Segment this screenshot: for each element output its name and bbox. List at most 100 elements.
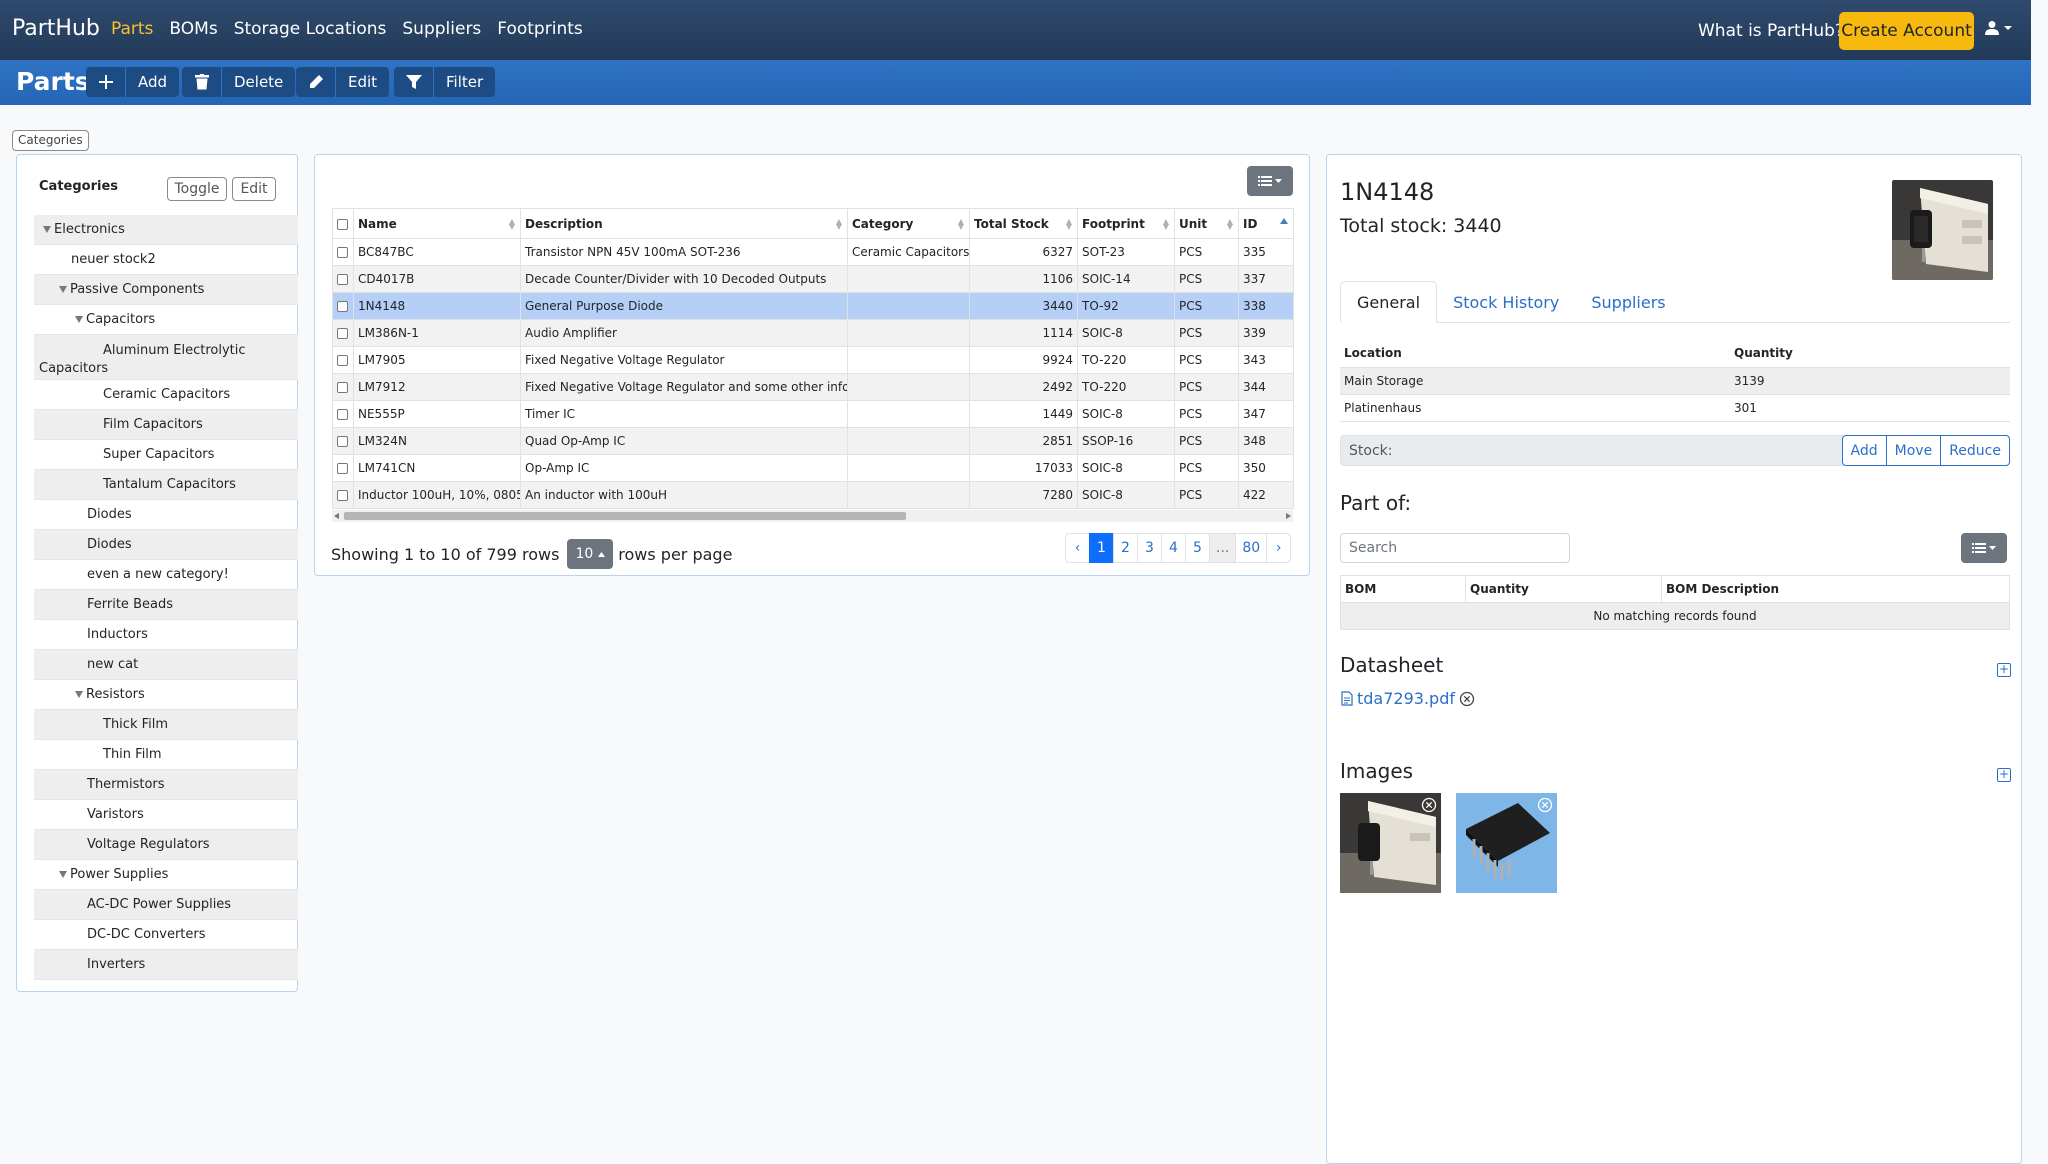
rows-per-page-dropdown[interactable]: 10 xyxy=(567,539,614,569)
expanded-caret-icon[interactable] xyxy=(59,871,67,878)
row-checkbox[interactable] xyxy=(337,247,348,258)
tab-suppliers[interactable]: Suppliers xyxy=(1575,281,1681,323)
column-header-unit[interactable]: Unit ▲ ▼ xyxy=(1174,208,1239,239)
table-row[interactable]: LM7912 Fixed Negative Voltage Regulator … xyxy=(332,373,1294,401)
edit-button[interactable]: Edit xyxy=(296,67,390,97)
row-checkbox[interactable] xyxy=(337,490,348,501)
category-item[interactable]: Capacitors xyxy=(34,305,298,335)
category-item[interactable]: Varistors xyxy=(34,800,298,830)
page-button-3[interactable]: 3 xyxy=(1137,533,1162,563)
horizontal-scrollbar[interactable] xyxy=(332,510,1293,522)
category-item[interactable]: Inductors xyxy=(34,620,298,650)
filter-button[interactable]: Filter xyxy=(394,67,496,97)
row-checkbox[interactable] xyxy=(337,355,348,366)
nav-link-boms[interactable]: BOMs xyxy=(169,19,217,39)
table-row[interactable]: LM7905 Fixed Negative Voltage Regulator … xyxy=(332,346,1294,374)
table-row[interactable]: Platinenhaus 301 xyxy=(1340,394,2010,422)
category-item[interactable]: Film Capacitors xyxy=(34,410,298,440)
create-account-button[interactable]: Create Account xyxy=(1839,12,1974,50)
category-item[interactable]: Resistors xyxy=(34,680,298,710)
part-image-thumbnail[interactable] xyxy=(1456,793,1557,893)
stock-move-button[interactable]: Move xyxy=(1885,435,1942,466)
column-header-footprint[interactable]: Footprint ▲ ▼ xyxy=(1077,208,1175,239)
remove-datasheet-icon[interactable] xyxy=(1459,691,1475,707)
category-item[interactable]: Thin Film xyxy=(34,740,298,770)
category-item[interactable]: Ceramic Capacitors xyxy=(34,380,298,410)
brand-logo[interactable]: PartHub xyxy=(12,16,100,41)
add-datasheet-plus-icon[interactable]: + xyxy=(1997,663,2011,677)
expanded-caret-icon[interactable] xyxy=(75,316,83,323)
datasheet-filename[interactable]: tda7293.pdf xyxy=(1357,689,1455,708)
category-item[interactable]: neuer stock2 xyxy=(34,245,298,275)
nav-link-storage-locations[interactable]: Storage Locations xyxy=(234,19,387,39)
expanded-caret-icon[interactable] xyxy=(75,691,83,698)
category-item[interactable]: Super Capacitors xyxy=(34,440,298,470)
scroll-right-arrow-icon[interactable] xyxy=(1286,513,1291,519)
category-item[interactable]: Passive Components xyxy=(34,275,298,305)
category-item[interactable]: Thick Film xyxy=(34,710,298,740)
table-row[interactable]: LM324N Quad Op-Amp IC 2851 SSOP-16 PCS 3… xyxy=(332,427,1294,455)
what-is-parthub-link[interactable]: What is PartHub? xyxy=(1698,21,1844,41)
tab-general[interactable]: General xyxy=(1340,281,1438,323)
remove-image-icon[interactable] xyxy=(1421,797,1437,813)
expanded-caret-icon[interactable] xyxy=(43,226,51,233)
category-item[interactable]: Power Supplies xyxy=(34,860,298,890)
page-next-button[interactable]: › xyxy=(1266,533,1292,563)
category-item[interactable]: Aluminum Electrolytic Capacitors xyxy=(34,335,298,380)
stock-reduce-button[interactable]: Reduce xyxy=(1940,435,2010,466)
column-header-bom-description[interactable]: BOM Description xyxy=(1661,575,2010,603)
row-checkbox[interactable] xyxy=(337,463,348,474)
column-header-category[interactable]: Category ▲ ▼ xyxy=(847,208,970,239)
add-button[interactable]: Add xyxy=(86,67,180,97)
page-button-80[interactable]: 80 xyxy=(1235,533,1268,563)
expanded-caret-icon[interactable] xyxy=(59,286,67,293)
row-checkbox[interactable] xyxy=(337,274,348,285)
bom-column-chooser-button[interactable] xyxy=(1961,533,2007,563)
table-row[interactable]: Main Storage 3139 xyxy=(1340,367,2010,395)
column-header-bom[interactable]: BOM xyxy=(1340,575,1466,603)
category-item[interactable]: even a new category! xyxy=(34,560,298,590)
category-item[interactable]: new cat xyxy=(34,650,298,680)
add-image-plus-icon[interactable]: + xyxy=(1997,768,2011,782)
nav-link-parts[interactable]: Parts xyxy=(111,19,153,39)
category-item[interactable]: Inverters xyxy=(34,950,298,980)
category-item[interactable]: Tantalum Capacitors xyxy=(34,470,298,500)
table-row[interactable]: LM741CN Op-Amp IC 17033 SOIC-8 PCS 350 xyxy=(332,454,1294,482)
category-item[interactable]: Diodes xyxy=(34,530,298,560)
page-button-1[interactable]: 1 xyxy=(1089,533,1114,563)
edit-categories-button[interactable]: Edit xyxy=(232,177,276,201)
row-checkbox[interactable] xyxy=(337,409,348,420)
category-item[interactable]: Diodes xyxy=(34,500,298,530)
user-menu-dropdown[interactable] xyxy=(1984,20,2012,36)
table-row[interactable]: Inductor 100uH, 10%, 0805 An inductor wi… xyxy=(332,481,1294,509)
tab-stock-history[interactable]: Stock History xyxy=(1437,281,1575,323)
row-checkbox[interactable] xyxy=(337,382,348,393)
category-item[interactable]: AC-DC Power Supplies xyxy=(34,890,298,920)
table-row[interactable]: NE555P Timer IC 1449 SOIC-8 PCS 347 xyxy=(332,400,1294,428)
page-prev-button[interactable]: ‹ xyxy=(1065,533,1090,563)
column-header-description[interactable]: Description ▲ ▼ xyxy=(520,208,848,239)
table-row[interactable]: CD4017B Decade Counter/Divider with 10 D… xyxy=(332,265,1294,293)
remove-image-icon[interactable] xyxy=(1537,797,1553,813)
page-button-5[interactable]: 5 xyxy=(1185,533,1210,563)
categories-toggle-tag[interactable]: Categories xyxy=(12,130,89,151)
toggle-categories-button[interactable]: Toggle xyxy=(167,177,227,201)
table-row[interactable]: LM386N-1 Audio Amplifier 1114 SOIC-8 PCS… xyxy=(332,319,1294,347)
page-button-4[interactable]: 4 xyxy=(1161,533,1186,563)
scroll-left-arrow-icon[interactable] xyxy=(334,513,339,519)
bom-search-input[interactable]: Search xyxy=(1340,533,1570,563)
column-header-id[interactable]: ID xyxy=(1238,208,1294,239)
category-item[interactable]: Electronics xyxy=(34,215,298,245)
page-button-2[interactable]: 2 xyxy=(1113,533,1138,563)
table-row-selected[interactable]: 1N4148 General Purpose Diode 3440 TO-92 … xyxy=(332,292,1294,320)
column-header-name[interactable]: Name ▲ ▼ xyxy=(353,208,521,239)
row-checkbox[interactable] xyxy=(337,328,348,339)
category-item[interactable]: Voltage Regulators xyxy=(34,830,298,860)
part-main-image[interactable] xyxy=(1892,180,1993,280)
category-item[interactable]: DC-DC Converters xyxy=(34,920,298,950)
scrollbar-thumb[interactable] xyxy=(344,512,906,520)
part-image-thumbnail[interactable] xyxy=(1340,793,1441,893)
select-all-checkbox[interactable] xyxy=(337,218,348,230)
table-row[interactable]: BC847BC Transistor NPN 45V 100mA SOT-236… xyxy=(332,238,1294,266)
column-header-total-stock[interactable]: Total Stock ▲ ▼ xyxy=(969,208,1078,239)
